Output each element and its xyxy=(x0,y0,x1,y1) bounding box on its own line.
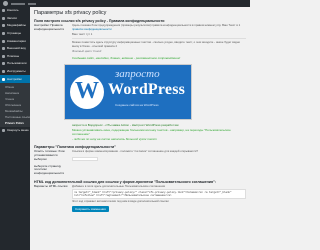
submenu-item-label: Медиафайлы xyxy=(5,109,23,113)
sidebar-item-dashboard[interactable]: Консоль xyxy=(0,7,30,15)
row-value: Здесь показан блок предупреждения (приме… xyxy=(72,23,246,60)
html-code-textarea[interactable]: <a target="_blank" href="/privacy-policy… xyxy=(72,188,246,200)
banner-caption: Скидывая сайт, наглядно, бланки, ведение… xyxy=(72,55,181,60)
banner-subtitle: Создание сайтов на WordPress xyxy=(115,102,159,107)
green-note-1: запросто в Вордпресс - с/Ты мама Action … xyxy=(72,122,179,127)
submenu-item-label: Общие xyxy=(5,85,15,89)
collapse-label: Свернуть меню xyxy=(7,129,29,133)
admin-bar xyxy=(0,0,250,7)
sidebar-item-label: Внешний вид xyxy=(7,47,26,51)
policy-page-select[interactable] xyxy=(72,156,98,161)
row-value: Ссылка в форме комментирования - положит… xyxy=(72,148,246,176)
submenu-item-label: Постоянные ссылки xyxy=(5,115,30,119)
sidebar-item-label: Консоль xyxy=(7,9,19,13)
submenu-item-label: Чтение xyxy=(5,97,15,101)
settings-row-html: Варианты HTML ссылки Добавьте в поля зде… xyxy=(34,184,246,213)
settings-icon xyxy=(2,77,5,81)
sidebar-item-posts[interactable]: Записи xyxy=(0,15,30,23)
row-label: Варианты HTML ссылки xyxy=(34,184,68,189)
sidebar-item-label: Медиафайлы xyxy=(7,24,26,28)
page-title: Параметры sfs privacy policy xyxy=(34,10,107,16)
wrench-icon xyxy=(2,70,5,74)
sidebar-item-users[interactable]: Пользователи xyxy=(0,60,30,68)
row-description: Ссылка в форме комментирования - положит… xyxy=(72,148,198,153)
wordpress-banner-image: W запросто WordPress Создание сайтов на … xyxy=(64,63,192,120)
submenu-item-label: Обсуждение xyxy=(5,103,22,107)
row-label-text: Опасть типовые: блок устанавливается выб… xyxy=(34,148,65,161)
sidebar-item-appearance[interactable]: Внешний вид xyxy=(0,45,30,53)
row-label: Настройки: Правила конфиденциальности xyxy=(34,23,65,31)
sidebar-item-label: Плагины xyxy=(7,54,20,58)
submenu-item-privacy-policy[interactable]: Privacy Policy xyxy=(0,120,30,126)
settings-submenu: Общие Написание Чтение Обсуждение Медиаф… xyxy=(0,82,30,127)
dashboard-icon xyxy=(2,9,5,13)
row-label-text-2: выберите страницу политики конфиденциаль… xyxy=(34,163,65,176)
row-hint: Этот код отражает автоматически под ним … xyxy=(72,199,169,204)
wp-admin-page: Консоль Записи Медиафайлы Страницы Комме… xyxy=(0,0,250,250)
row-description-3: Фоновый цвет: Синий xyxy=(72,48,102,53)
page-icon xyxy=(2,32,5,36)
wordpress-logo-icon: W xyxy=(70,74,104,109)
main-content: Параметры sfs privacy policy Поля настро… xyxy=(30,7,250,250)
sidebar-item-comments[interactable]: Комментарии xyxy=(0,37,30,45)
sidebar-item-settings[interactable]: Настройки xyxy=(0,75,30,83)
green-note-2: Можно устанавливать окна, содержащие бол… xyxy=(72,127,231,136)
comment-icon xyxy=(2,39,5,43)
green-notes: запросто в Вордпресс - с/Ты мама Action … xyxy=(34,123,246,141)
row-label: Опасть типовые: блок устанавливается выб… xyxy=(34,148,68,176)
settings-row-notice: Настройки: Правила конфиденциальности Зд… xyxy=(34,23,246,60)
sidebar-item-plugins[interactable]: Плагины xyxy=(0,53,30,61)
green-note-3: - либо же по низу на листе написать боль… xyxy=(72,136,157,141)
row-description-2: Можно поместить здесь структуру информац… xyxy=(72,40,240,49)
media-icon xyxy=(2,24,5,28)
brush-icon xyxy=(2,47,5,51)
sidebar-item-label: Записи xyxy=(7,16,17,20)
sidebar-item-pages[interactable]: Страницы xyxy=(0,30,30,38)
settings-row-policy: Опасть типовые: блок устанавливается выб… xyxy=(34,148,246,176)
plugin-icon xyxy=(2,54,5,58)
user-icon xyxy=(2,62,5,66)
sidebar-item-label: Пользователи xyxy=(7,62,27,66)
site-name-link[interactable] xyxy=(11,2,25,5)
sidebar-item-tools[interactable]: Инструменты xyxy=(0,68,30,76)
pin-icon xyxy=(2,16,5,20)
submenu-item-label: Privacy Policy xyxy=(5,121,24,125)
banner-word: запросто xyxy=(115,67,160,80)
wordpress-logo-icon[interactable] xyxy=(3,1,8,6)
row-value: Добавьте в поля здесь дополнительные Пол… xyxy=(72,184,246,213)
banner-brand: WordPress xyxy=(108,80,186,98)
updates-link[interactable] xyxy=(28,2,36,5)
save-button[interactable]: Сохранить изменения xyxy=(72,206,109,213)
sidebar-item-label: Страницы xyxy=(7,32,22,36)
collapse-menu-button[interactable]: Свернуть меню xyxy=(0,127,30,135)
privacy-link[interactable]: правила конфиденциальности xyxy=(72,27,246,32)
row-extra: Ваш текст тут 1 xyxy=(72,31,93,36)
sidebar-item-label: Инструменты xyxy=(7,70,26,74)
sidebar-item-media[interactable]: Медиафайлы xyxy=(0,22,30,30)
sidebar-item-label: Настройки xyxy=(7,77,22,81)
collapse-icon xyxy=(2,129,5,133)
sidebar-item-label: Комментарии xyxy=(7,39,26,43)
divider xyxy=(72,38,246,40)
submenu-item-label: Написание xyxy=(5,91,20,95)
admin-sidebar: Консоль Записи Медиафайлы Страницы Комме… xyxy=(0,7,30,250)
